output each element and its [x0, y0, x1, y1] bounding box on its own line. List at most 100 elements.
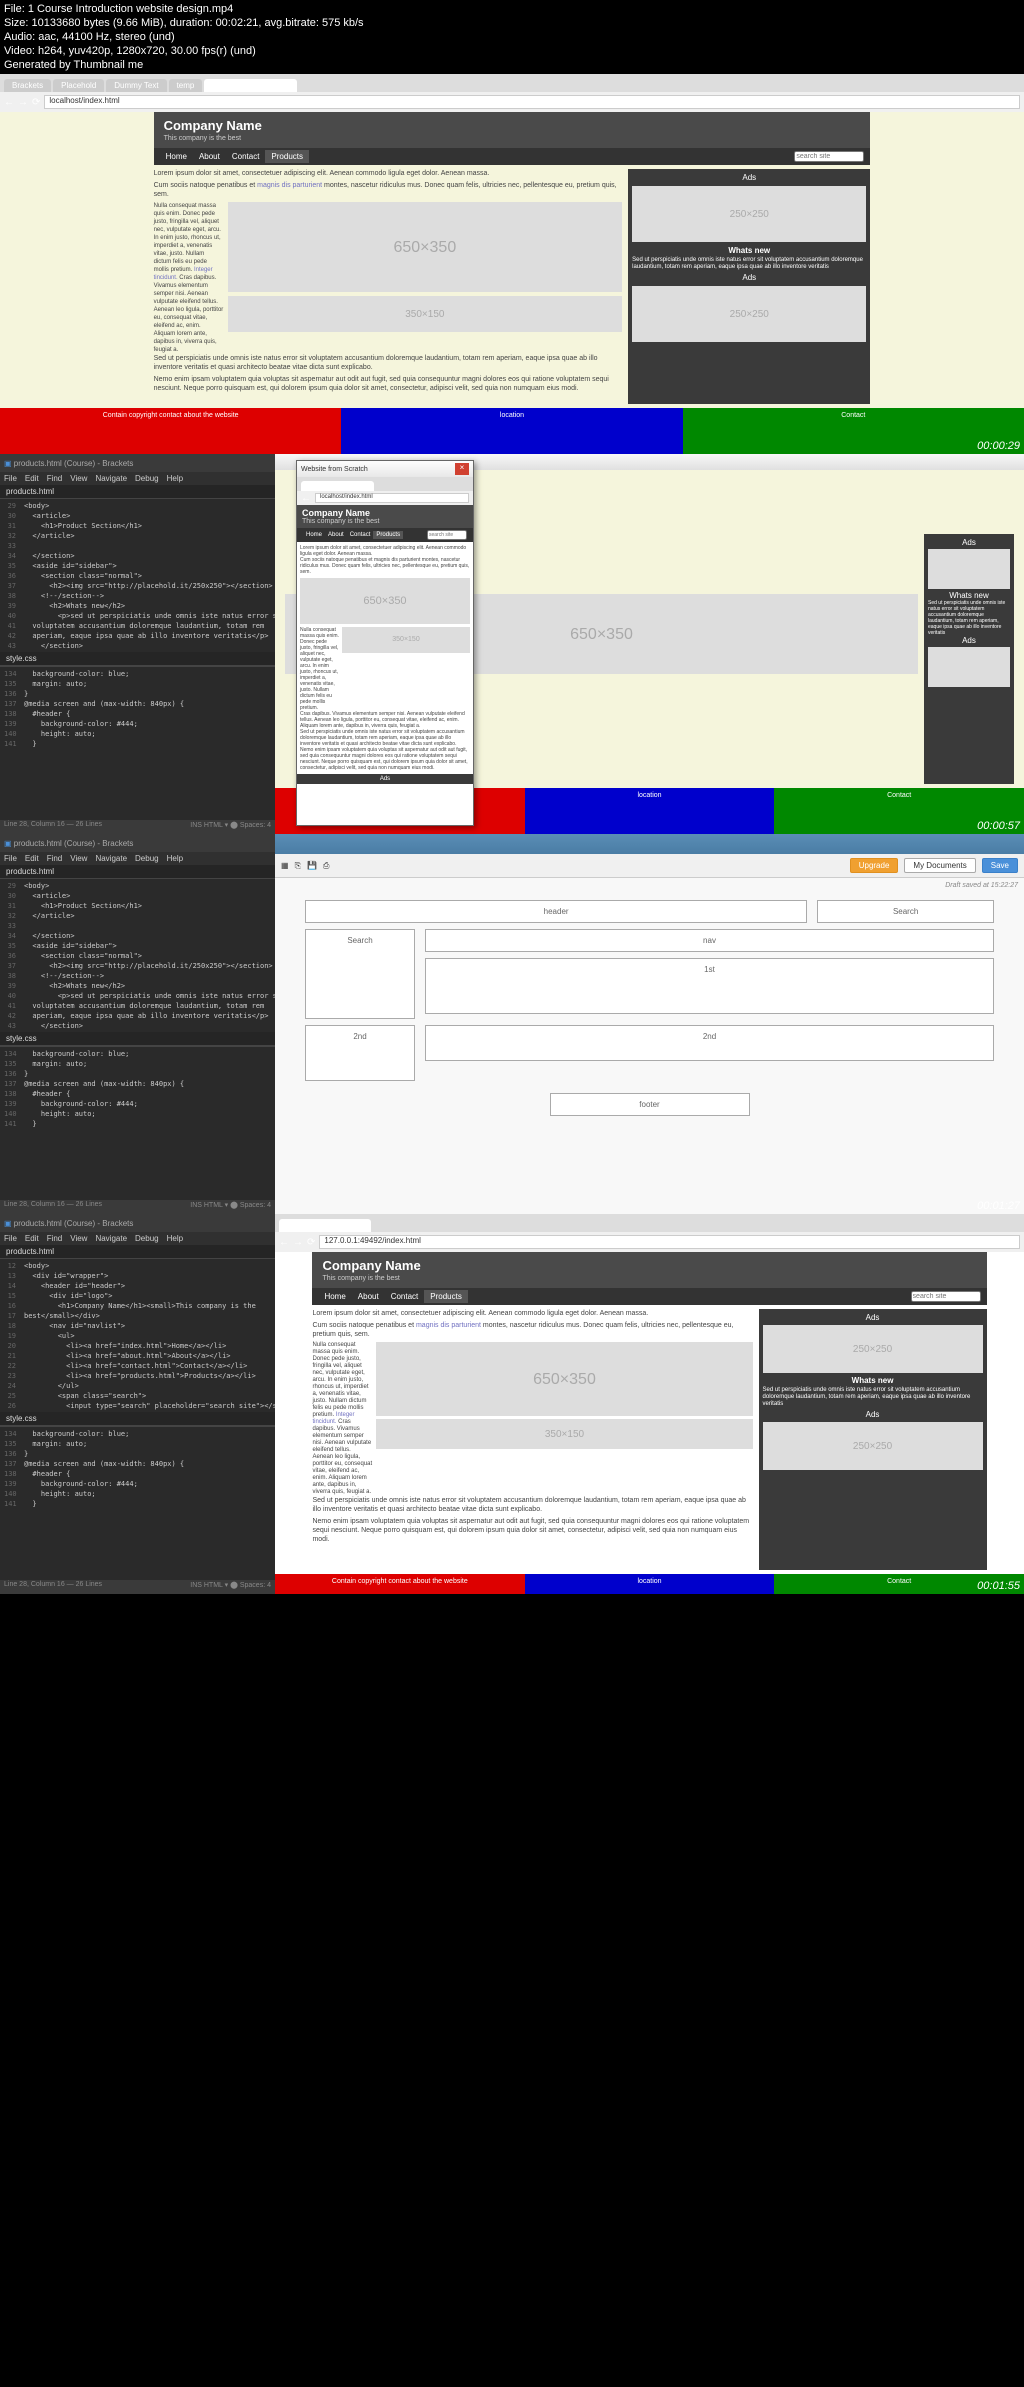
editor-file-tab[interactable]: style.css: [0, 1412, 275, 1426]
ad-placeholder: 250×250: [763, 1422, 983, 1470]
menu-find[interactable]: Find: [47, 854, 63, 863]
browser-tab[interactable]: Brackets: [4, 79, 51, 92]
css-content[interactable]: background-color: blue; margin: auto; } …: [20, 1047, 275, 1200]
menu-help[interactable]: Help: [167, 854, 183, 863]
menu-navigate[interactable]: Navigate: [95, 854, 127, 863]
upgrade-button[interactable]: Upgrade: [850, 858, 899, 873]
browser-tab[interactable]: Placehold: [53, 79, 104, 92]
code-area[interactable]: 2930313233343536373839404142434445464748…: [0, 879, 275, 1032]
wf-header-box[interactable]: header: [305, 900, 807, 923]
search-input[interactable]: [427, 530, 467, 540]
wireframe-canvas[interactable]: Draft saved at 15:22:27 header Search Se…: [275, 878, 1024, 1214]
editor-file-tab[interactable]: products.html: [0, 1245, 275, 1259]
browser-tab[interactable]: temp: [169, 79, 203, 92]
paragraph: Lorem ipsum dolor sit amet, consectetuer…: [312, 1309, 752, 1318]
browser-window: Website from Scratch ← → ⟳ 127.0.0.1:494…: [275, 1214, 1024, 1594]
nav-products[interactable]: Products: [265, 150, 309, 163]
search-input[interactable]: [911, 1291, 981, 1302]
sidebar-text: Sed ut perspiciatis unde omnis iste natu…: [763, 1387, 983, 1408]
menu-view[interactable]: View: [70, 474, 87, 483]
close-icon[interactable]: ×: [455, 463, 469, 475]
menu-navigate[interactable]: Navigate: [95, 474, 127, 483]
footer-col-copyright: Contain copyright contact about the webs…: [0, 408, 341, 454]
url-input[interactable]: localhost/index.html: [44, 95, 1020, 109]
menu-edit[interactable]: Edit: [25, 1234, 39, 1243]
menu-debug[interactable]: Debug: [135, 854, 159, 863]
tool-icon[interactable]: ⎙: [323, 861, 329, 871]
forward-icon[interactable]: →: [18, 97, 28, 108]
menu-edit[interactable]: Edit: [25, 474, 39, 483]
code-area[interactable]: 2930313233343536373839404142434445464748…: [0, 499, 275, 652]
menu-view[interactable]: View: [70, 854, 87, 863]
content-link[interactable]: magnis dis parturient: [416, 1322, 481, 1329]
code-content[interactable]: <body> <article> <h1>Product Section</h1…: [20, 499, 275, 652]
menu-debug[interactable]: Debug: [135, 474, 159, 483]
css-content[interactable]: background-color: blue; margin: auto; } …: [20, 667, 275, 820]
nav-contact[interactable]: Contact: [226, 150, 266, 163]
browser-tab[interactable]: Website from Scratch: [301, 481, 374, 491]
nav-home[interactable]: Home: [160, 150, 193, 163]
tool-icon[interactable]: ⎘: [295, 861, 301, 871]
file-generated: Generated by Thumbnail me: [4, 58, 1020, 72]
menu-find[interactable]: Find: [47, 474, 63, 483]
wf-footer-box[interactable]: footer: [550, 1093, 750, 1116]
browser-tab[interactable]: Website from Scratch: [279, 1219, 371, 1232]
code-content[interactable]: <body> <div id="wrapper"> <header id="he…: [20, 1259, 275, 1412]
back-icon[interactable]: ←: [301, 493, 311, 504]
wf-2nd-box[interactable]: 2nd: [425, 1025, 994, 1061]
reload-icon[interactable]: ⟳: [307, 1237, 315, 1248]
company-name: Company Name: [302, 508, 468, 518]
ads-label: Ads: [632, 273, 866, 282]
url-input[interactable]: localhost/index.html: [315, 493, 469, 503]
wf-2nd-box[interactable]: 2nd: [305, 1025, 415, 1081]
editor-file-tab[interactable]: products.html: [0, 485, 275, 499]
status-line-col: Line 28, Column 16 — 26 Lines: [4, 821, 102, 833]
editor-file-tab[interactable]: products.html: [0, 865, 275, 879]
thumbnail-2: ▣ products.html (Course) - Brackets File…: [0, 454, 1024, 834]
menu-view[interactable]: View: [70, 1234, 87, 1243]
nav-about[interactable]: About: [352, 1290, 385, 1303]
menu-file[interactable]: File: [4, 474, 17, 483]
editor-file-tab[interactable]: style.css: [0, 652, 275, 666]
nav-home[interactable]: Home: [318, 1290, 351, 1303]
menu-file[interactable]: File: [4, 854, 17, 863]
wf-1st-box[interactable]: 1st: [425, 958, 994, 1014]
paragraph: Cum sociis natoque penatibus et magnis d…: [300, 557, 470, 575]
nav-about[interactable]: About: [193, 150, 226, 163]
reload-icon[interactable]: ⟳: [32, 97, 40, 108]
content-link[interactable]: magnis dis parturient: [257, 182, 322, 189]
menu-debug[interactable]: Debug: [135, 1234, 159, 1243]
menu-edit[interactable]: Edit: [25, 854, 39, 863]
code-content[interactable]: <body> <article> <h1>Product Section</h1…: [20, 879, 275, 1032]
nav-contact[interactable]: Contact: [347, 531, 374, 539]
browser-tab-active[interactable]: Website from Scratch: [204, 79, 296, 92]
css-area[interactable]: 134135136137138139140141 background-colo…: [0, 666, 275, 820]
nav-home[interactable]: Home: [303, 531, 325, 539]
menu-find[interactable]: Find: [47, 1234, 63, 1243]
menu-help[interactable]: Help: [167, 474, 183, 483]
menu-navigate[interactable]: Navigate: [95, 1234, 127, 1243]
browser-tab[interactable]: Dummy Text: [106, 79, 166, 92]
code-area[interactable]: 1213141516171819202122232425262728293031…: [0, 1259, 275, 1412]
tool-icon[interactable]: 💾: [307, 861, 317, 870]
nav-contact[interactable]: Contact: [385, 1290, 425, 1303]
wf-nav-box[interactable]: nav: [425, 929, 994, 952]
back-icon[interactable]: ←: [279, 1237, 289, 1248]
back-icon[interactable]: ←: [4, 97, 14, 108]
wf-search-box[interactable]: Search: [817, 900, 994, 923]
nav-products[interactable]: Products: [373, 531, 403, 539]
nav-about[interactable]: About: [325, 531, 347, 539]
nav-products[interactable]: Products: [424, 1290, 468, 1303]
tool-icon[interactable]: ▦: [281, 861, 289, 870]
search-input[interactable]: [794, 151, 864, 162]
my-documents-button[interactable]: My Documents: [904, 858, 975, 873]
status-mode: INS HTML ▾ ⬤ Spaces: 4: [190, 1201, 271, 1213]
wf-search-box[interactable]: Search: [305, 929, 415, 1019]
forward-icon[interactable]: →: [293, 1237, 303, 1248]
menu-file[interactable]: File: [4, 1234, 17, 1243]
css-content[interactable]: background-color: blue; margin: auto; } …: [20, 1427, 275, 1580]
menu-help[interactable]: Help: [167, 1234, 183, 1243]
editor-file-tab[interactable]: style.css: [0, 1032, 275, 1046]
save-button[interactable]: Save: [982, 858, 1018, 873]
url-input[interactable]: 127.0.0.1:49492/index.html: [319, 1235, 1020, 1249]
